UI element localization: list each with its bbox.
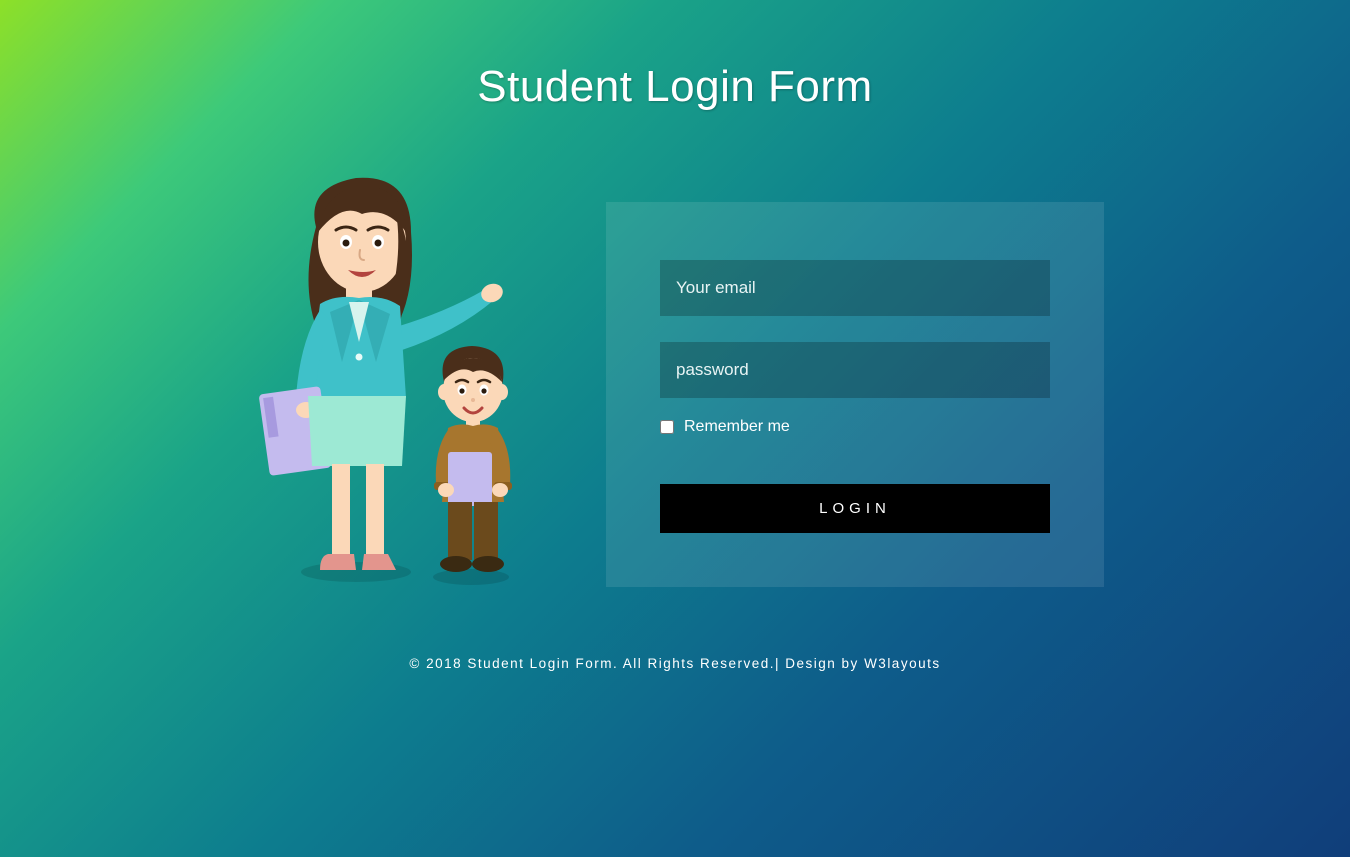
remember-me-label: Remember me bbox=[684, 418, 790, 436]
footer-text: © 2018 Student Login Form. All Rights Re… bbox=[409, 656, 864, 671]
password-field[interactable] bbox=[660, 342, 1050, 398]
login-button[interactable]: LOGIN bbox=[660, 484, 1050, 533]
remember-me-row[interactable]: Remember me bbox=[660, 418, 1050, 436]
teacher-student-illustration bbox=[246, 172, 546, 592]
email-field[interactable] bbox=[660, 260, 1050, 316]
remember-me-checkbox[interactable] bbox=[660, 420, 674, 434]
main-content: Remember me LOGIN bbox=[0, 172, 1350, 592]
login-form-card: Remember me LOGIN bbox=[606, 202, 1104, 587]
footer-design-link[interactable]: W3layouts bbox=[864, 656, 941, 671]
page-title: Student Login Form bbox=[0, 0, 1350, 112]
footer: © 2018 Student Login Form. All Rights Re… bbox=[0, 656, 1350, 671]
